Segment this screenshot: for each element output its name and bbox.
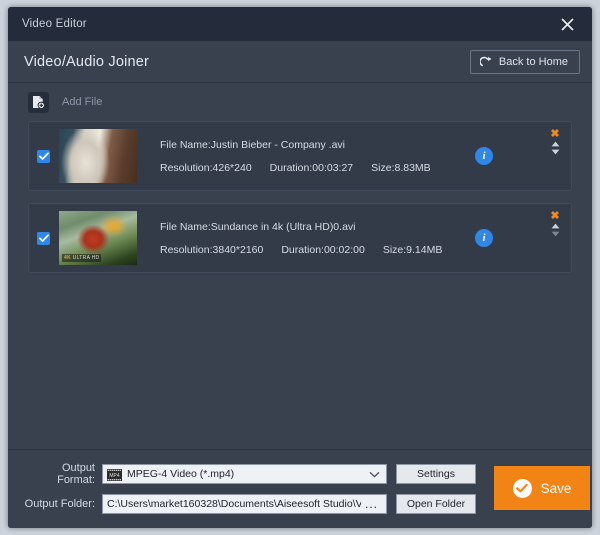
app-window: Video Editor Video/Audio Joiner Back to … (8, 7, 592, 528)
file-resolution: Resolution:3840*2160 (160, 243, 264, 256)
file-item-controls: ✖ (548, 129, 562, 155)
output-format-select[interactable]: MP4 MPEG-4 Video (*.mp4) (102, 464, 387, 484)
file-item-controls: ✖ (548, 211, 562, 237)
add-file-label[interactable]: Add File (62, 96, 102, 108)
output-folder-value: C:\Users\market160328\Documents\Aiseesof… (107, 498, 361, 510)
settings-label: Settings (417, 468, 455, 480)
file-thumbnail[interactable]: 4K ULTRA HD (59, 211, 137, 265)
redo-arrow-icon (479, 56, 493, 68)
output-folder-label: Output Folder: (24, 498, 95, 510)
chevron-down-icon[interactable] (369, 471, 380, 478)
add-file-icon[interactable] (28, 91, 49, 113)
file-list-item[interactable]: 4K ULTRA HD File Name:Sundance in 4k (Ul… (28, 203, 572, 273)
save-button[interactable]: Save (494, 466, 590, 510)
titlebar: Video Editor (8, 7, 592, 41)
output-format-label: Output Format: (57, 462, 95, 486)
file-metadata: File Name:Justin Bieber - Company .avi R… (160, 139, 431, 174)
browse-folder-button[interactable]: ... (361, 498, 382, 510)
file-size: Size:9.14MB (382, 243, 443, 256)
page-title: Video/Audio Joiner (24, 53, 150, 70)
remove-x-icon[interactable]: ✖ (550, 129, 559, 140)
output-format-value: MPEG-4 Video (*.mp4) (127, 468, 235, 480)
open-folder-button[interactable]: Open Folder (396, 494, 476, 514)
add-file-bar: Add File (8, 83, 592, 121)
triangle-down-icon[interactable] (551, 231, 560, 237)
back-to-home-button[interactable]: Back to Home (469, 49, 580, 74)
file-size: Size:8.83MB (371, 161, 431, 174)
output-format-row: Output Format: MP4 MPEG-4 Video (*.mp4) … (24, 462, 476, 486)
info-icon[interactable]: i (475, 147, 493, 165)
back-to-home-label: Back to Home (498, 55, 568, 68)
file-resolution: Resolution:426*240 (160, 161, 252, 174)
page-header: Video/Audio Joiner Back to Home (8, 41, 592, 83)
info-icon[interactable]: i (475, 229, 493, 247)
svg-text:MP4: MP4 (109, 473, 120, 479)
video-format-icon: MP4 (107, 468, 122, 481)
check-circle-icon (512, 478, 532, 498)
file-thumbnail[interactable] (59, 129, 137, 183)
file-name: File Name:Sundance in 4k (Ultra HD)0.avi (160, 220, 356, 233)
output-panel: Output Format: MP4 MPEG-4 Video (*.mp4) … (8, 449, 592, 528)
file-metadata: File Name:Sundance in 4k (Ultra HD)0.avi… (160, 221, 442, 256)
output-folder-input[interactable]: C:\Users\market160328\Documents\Aiseesof… (102, 494, 387, 514)
save-label: Save (540, 480, 572, 496)
triangle-down-icon[interactable] (551, 149, 560, 155)
triangle-up-icon[interactable] (551, 141, 560, 147)
file-duration: Duration:00:03:27 (269, 161, 354, 174)
file-checkbox[interactable] (37, 231, 50, 245)
file-specs: Resolution:426*240 Duration:00:03:27 Siz… (160, 162, 431, 174)
file-specs: Resolution:3840*2160 Duration:00:02:00 S… (160, 244, 442, 256)
window-title: Video Editor (22, 18, 87, 30)
open-folder-label: Open Folder (406, 498, 466, 510)
remove-x-icon[interactable]: ✖ (550, 211, 559, 222)
file-checkbox[interactable] (37, 149, 50, 163)
file-name: File Name:Justin Bieber - Company .avi (160, 138, 345, 151)
thumbnail-watermark-label: 4K (64, 255, 71, 261)
settings-button[interactable]: Settings (396, 464, 476, 484)
triangle-up-icon[interactable] (551, 223, 560, 229)
thumbnail-watermark: 4K ULTRA HD (62, 254, 102, 262)
output-fields: Output Format: MP4 MPEG-4 Video (*.mp4) … (24, 462, 476, 514)
file-duration: Duration:00:02:00 (281, 243, 365, 256)
close-icon[interactable] (554, 11, 580, 37)
file-list-item[interactable]: File Name:Justin Bieber - Company .avi R… (28, 121, 572, 191)
output-folder-row: Output Folder: C:\Users\market160328\Doc… (24, 494, 476, 514)
file-list: File Name:Justin Bieber - Company .avi R… (8, 121, 592, 449)
